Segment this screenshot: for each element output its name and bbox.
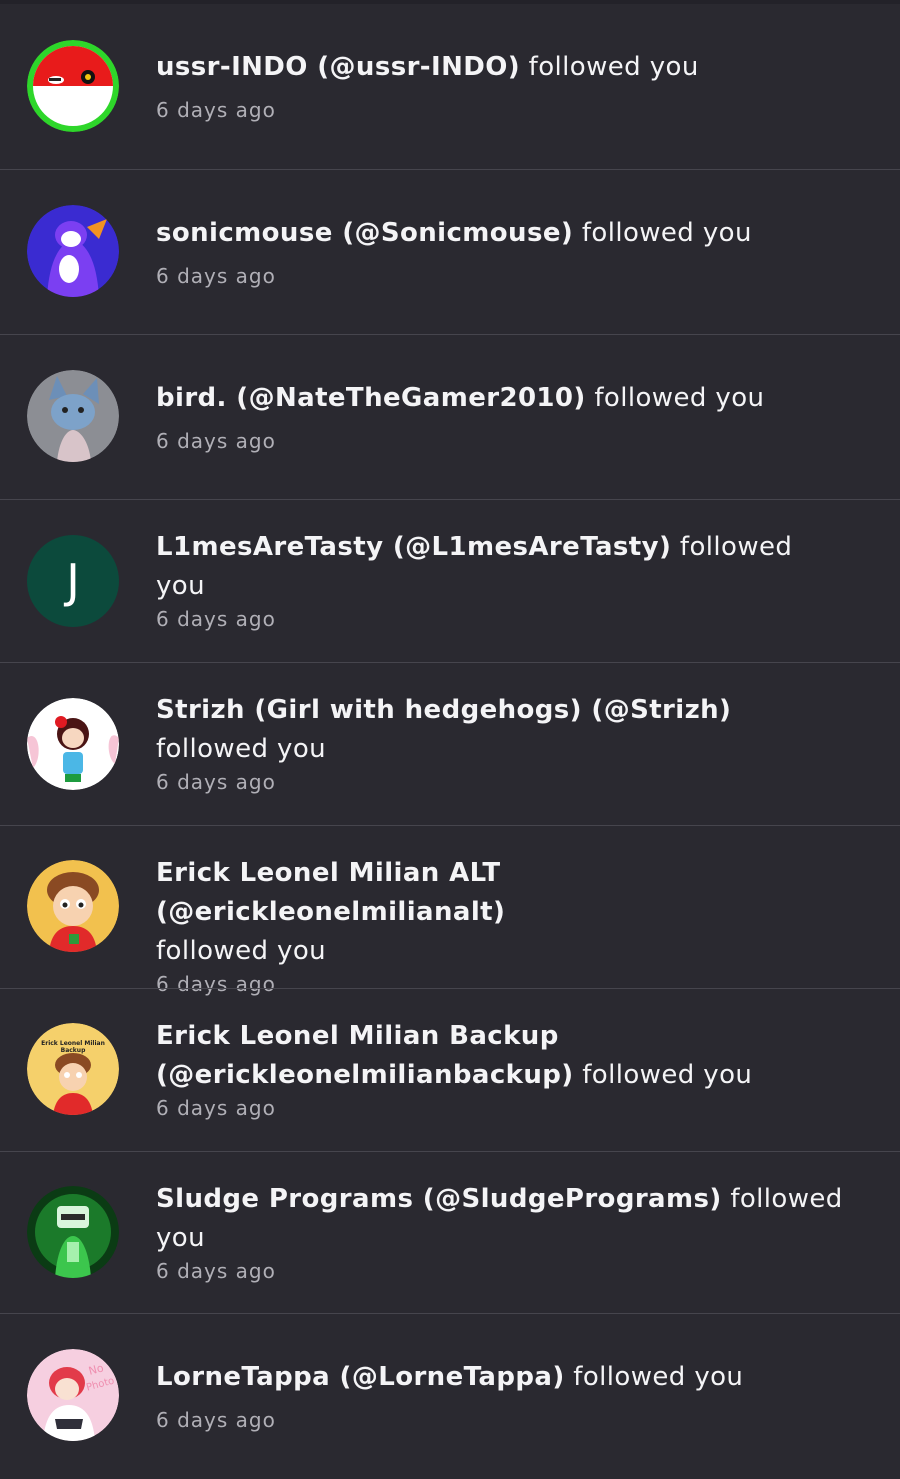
timestamp: 6 days ago (156, 1096, 276, 1120)
timestamp: 6 days ago (156, 429, 276, 453)
flag-ball-icon[interactable] (27, 40, 119, 132)
boy-cartoon-icon[interactable] (27, 860, 119, 952)
svg-text:Erick Leonel Milian: Erick Leonel Milian (41, 1040, 105, 1047)
action-text: you (156, 571, 205, 601)
action-text: followed you (573, 1060, 753, 1090)
notification-item[interactable]: No Photo LorneTappa (@LorneTappa) follow… (0, 1313, 900, 1479)
action-text: followed you (573, 218, 752, 248)
action-text: followed you (564, 1362, 744, 1392)
timestamp: 6 days ago (156, 770, 276, 794)
notification-item[interactable]: J L1mesAreTasty (@L1mesAreTasty) followe… (0, 499, 900, 662)
action-text: you (156, 1223, 205, 1253)
follower-name[interactable]: Sludge Programs (@SludgePrograms) (156, 1184, 722, 1214)
notification-item[interactable]: ussr-INDO (@ussr-INDO) followed you 6 da… (0, 4, 900, 169)
anime-character-icon[interactable]: No Photo (27, 1349, 119, 1441)
action-text: followed you (520, 52, 699, 82)
action-text: followed (721, 1184, 843, 1214)
notification-item[interactable]: bird. (@NateTheGamer2010) followed you 6… (0, 334, 900, 499)
purple-character-icon[interactable] (27, 205, 119, 297)
follower-handle[interactable]: (@erickleonelmilianbackup) (156, 1060, 574, 1090)
timestamp: 6 days ago (156, 607, 276, 631)
action-text: followed you (585, 383, 765, 413)
timestamp: 6 days ago (156, 264, 276, 288)
boy-cartoon-backup-icon[interactable]: Erick Leonel Milian Backup (27, 1023, 119, 1115)
svg-text:Backup: Backup (61, 1047, 86, 1054)
notification-item[interactable]: Erick Leonel Milian Backup Erick Leonel … (0, 988, 900, 1151)
follower-name[interactable]: ussr-INDO (@ussr-INDO) (156, 52, 520, 82)
follower-name[interactable]: L1mesAreTasty (@L1mesAreTasty) (156, 532, 671, 562)
action-text: followed (671, 532, 793, 562)
notification-item[interactable]: Erick Leonel Milian ALT (@erickleonelmil… (0, 825, 900, 996)
notification-item[interactable]: Strizh (Girl with hedgehogs) (@Strizh) f… (0, 662, 900, 825)
follower-name[interactable]: bird. (@NateTheGamer2010) (156, 383, 586, 413)
action-text: followed you (156, 936, 327, 966)
timestamp: 6 days ago (156, 1259, 276, 1283)
follower-name[interactable]: Strizh (Girl with hedgehogs) (@Strizh) (156, 695, 731, 725)
girl-character-icon[interactable] (27, 698, 119, 790)
timestamp: 6 days ago (156, 98, 276, 122)
avatar-letter: J (66, 554, 80, 608)
green-robot-icon[interactable] (27, 1186, 119, 1278)
notification-item[interactable]: sonicmouse (@Sonicmouse) followed you 6 … (0, 169, 900, 334)
action-text: followed you (156, 734, 327, 764)
follower-name[interactable]: Erick Leonel Milian Backup (156, 1021, 559, 1051)
follower-name[interactable]: LorneTappa (@LorneTappa) (156, 1362, 565, 1392)
notification-item[interactable]: Sludge Programs (@SludgePrograms) follow… (0, 1151, 900, 1313)
notification-list: ussr-INDO (@ussr-INDO) followed you 6 da… (0, 0, 900, 1479)
letter-avatar[interactable]: J (27, 535, 119, 627)
follower-name[interactable]: Erick Leonel Milian ALT (@erickleonelmil… (156, 858, 505, 927)
blue-wolf-character-icon[interactable] (27, 370, 119, 462)
follower-name[interactable]: sonicmouse (@Sonicmouse) (156, 218, 573, 248)
timestamp: 6 days ago (156, 1408, 276, 1432)
